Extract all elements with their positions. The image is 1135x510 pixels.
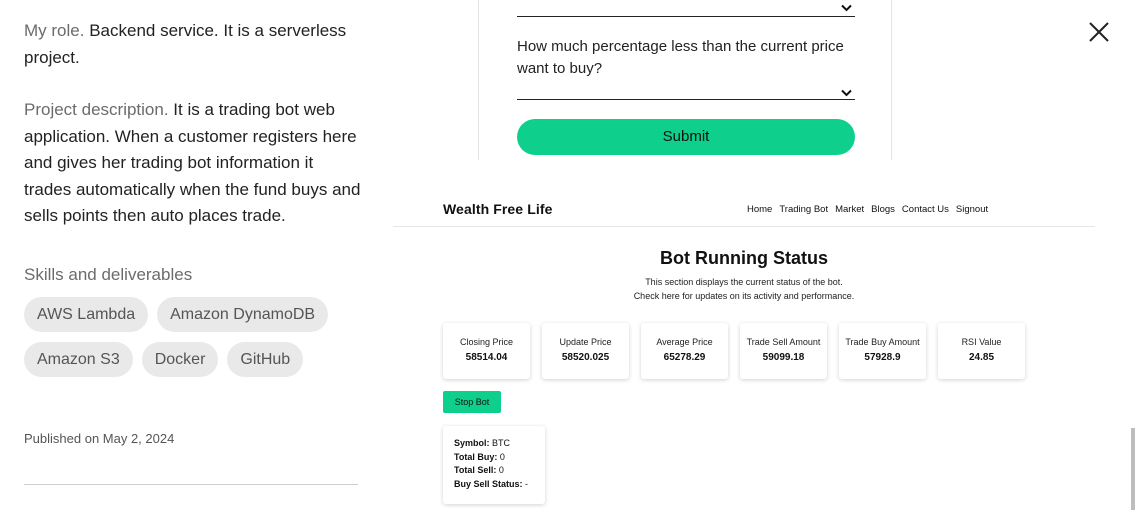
scrollbar-thumb[interactable] <box>1131 428 1135 510</box>
metric-card-closing-price: Closing Price 58514.04 <box>443 323 530 379</box>
page-title: Bot Running Status <box>660 248 828 268</box>
top-nav: Wealth Free Life Home Trading Bot Market… <box>393 186 1095 227</box>
bot-info-box: Symbol: BTC Total Buy: 0 Total Sell: 0 B… <box>443 426 545 504</box>
skills-list: AWS Lambda Amazon DynamoDB Amazon S3 Doc… <box>24 296 354 377</box>
metric-value: 59099.18 <box>762 352 805 363</box>
metric-value: 24.85 <box>968 352 995 363</box>
submit-button[interactable]: Submit <box>517 119 855 155</box>
close-icon[interactable] <box>1087 20 1111 44</box>
trading-form-panel: How much percentage less than the curren… <box>478 0 892 160</box>
metric-card-trade-sell-amount: Trade Sell Amount 59099.18 <box>740 323 827 379</box>
metric-label: Trade Buy Amount <box>845 337 920 347</box>
skill-chip-dynamodb[interactable]: Amazon DynamoDB <box>157 296 329 332</box>
buy-sell-status-value: - <box>522 478 529 489</box>
skill-chip-s3[interactable]: Amazon S3 <box>24 341 133 377</box>
total-buy-label: Total Buy: <box>454 451 498 462</box>
buy-sell-status-label: Buy Sell Status: <box>454 478 523 489</box>
role-paragraph: My role. Backend service. It is a server… <box>24 18 364 71</box>
skill-chip-aws-lambda[interactable]: AWS Lambda <box>24 296 149 332</box>
metric-card-trade-buy-amount: Trade Buy Amount 57928.9 <box>839 323 926 379</box>
metric-label: Trade Sell Amount <box>746 337 821 347</box>
metric-label: Closing Price <box>459 337 514 347</box>
metric-card-rsi-value: RSI Value 24.85 <box>938 323 1025 379</box>
total-buy-value: 0 <box>497 451 505 462</box>
role-lead: My role. <box>24 21 85 40</box>
subtitle-line-1: This section displays the current status… <box>645 277 843 287</box>
metric-label: Average Price <box>656 337 713 347</box>
skill-chip-docker[interactable]: Docker <box>141 341 219 377</box>
percentage-question-label: How much percentage less than the curren… <box>517 38 844 77</box>
page-subtitle: This section displays the current status… <box>393 275 1095 303</box>
metric-label: Update Price <box>559 337 612 347</box>
total-buy-row: Total Buy: 0 <box>454 451 545 465</box>
symbol-row: Symbol: BTC <box>454 437 545 451</box>
metric-card-average-price: Average Price 65278.29 <box>641 323 728 379</box>
nav-links: Home Trading Bot Market Blogs Contact Us… <box>747 204 988 215</box>
nav-market[interactable]: Market <box>835 204 864 215</box>
description-paragraph: Project description. It is a trading bot… <box>24 97 364 230</box>
symbol-label: Symbol: <box>454 438 490 448</box>
metric-value: 58520.025 <box>561 352 610 363</box>
nav-trading-bot[interactable]: Trading Bot <box>779 204 828 215</box>
total-sell-label: Total Sell: <box>454 465 497 475</box>
metric-value: 58514.04 <box>465 352 508 363</box>
description-lead: Project description. <box>24 100 169 119</box>
metric-value: 65278.29 <box>663 352 706 363</box>
subtitle-line-2: Check here for updates on its activity a… <box>633 291 855 301</box>
buy-sell-status-row: Buy Sell Status: - <box>454 478 545 492</box>
brand-logo[interactable]: Wealth Free Life <box>443 201 552 217</box>
bot-status-page: Wealth Free Life Home Trading Bot Market… <box>393 186 1095 510</box>
divider <box>24 484 358 485</box>
metric-cards: Closing Price 58514.04 Update Price 5852… <box>443 323 1025 379</box>
nav-signout[interactable]: Signout <box>956 204 988 215</box>
total-sell-value: 0 <box>496 465 504 475</box>
stop-bot-button[interactable]: Stop Bot <box>443 391 501 413</box>
chevron-down-icon[interactable] <box>841 0 852 14</box>
project-details: My role. Backend service. It is a server… <box>24 18 364 377</box>
skill-chip-github[interactable]: GitHub <box>227 341 304 377</box>
chevron-down-icon[interactable] <box>841 85 852 99</box>
select-underline[interactable] <box>517 16 855 17</box>
total-sell-row: Total Sell: 0 <box>454 464 545 478</box>
percentage-select[interactable] <box>517 99 855 100</box>
metric-card-update-price: Update Price 58520.025 <box>542 323 629 379</box>
metric-label: RSI Value <box>961 337 1002 347</box>
symbol-value: BTC <box>489 438 511 448</box>
nav-home[interactable]: Home <box>747 204 772 215</box>
published-date: Published on May 2, 2024 <box>24 431 175 446</box>
metric-value: 57928.9 <box>864 352 901 363</box>
nav-contact-us[interactable]: Contact Us <box>902 204 949 215</box>
nav-blogs[interactable]: Blogs <box>871 204 895 215</box>
skills-title: Skills and deliverables <box>24 264 193 284</box>
